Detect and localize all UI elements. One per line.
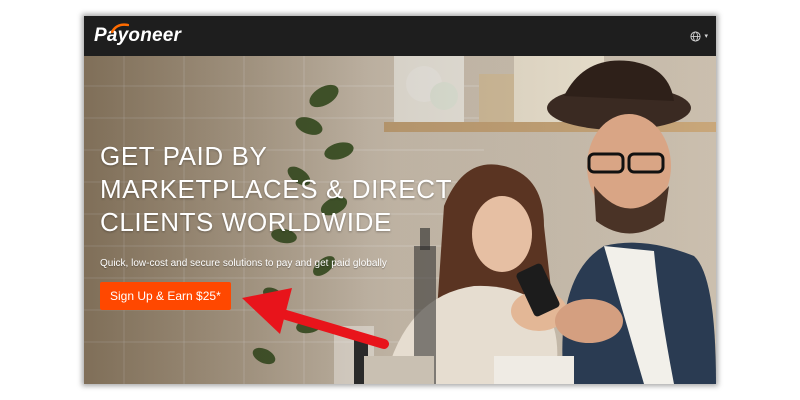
language-selector[interactable]: ▾	[690, 30, 708, 42]
site-header: Payoneer ▾	[84, 16, 716, 56]
browser-screenshot-frame: Payoneer ▾ GET PAID BY MARKETPLACES & DI…	[84, 16, 716, 384]
hero-subheadline: Quick, low-cost and secure solutions to …	[100, 258, 387, 269]
payoneer-logo[interactable]: Payoneer	[94, 16, 181, 56]
hero-section: GET PAID BY MARKETPLACES & DIRECT CLIENT…	[84, 56, 716, 384]
sign-up-button[interactable]: Sign Up & Earn $25*	[100, 282, 231, 310]
logo-swoosh-icon	[111, 23, 129, 33]
hero-headline: GET PAID BY MARKETPLACES & DIRECT CLIENT…	[100, 140, 460, 239]
globe-icon	[690, 30, 702, 42]
headline-line-2: MARKETPLACES & DIRECT	[100, 174, 453, 204]
headline-line-1: GET PAID BY	[100, 141, 268, 171]
headline-line-3: CLIENTS WORLDWIDE	[100, 207, 392, 237]
chevron-down-icon: ▾	[704, 33, 708, 40]
logo-text: Payoneer	[94, 25, 182, 46]
